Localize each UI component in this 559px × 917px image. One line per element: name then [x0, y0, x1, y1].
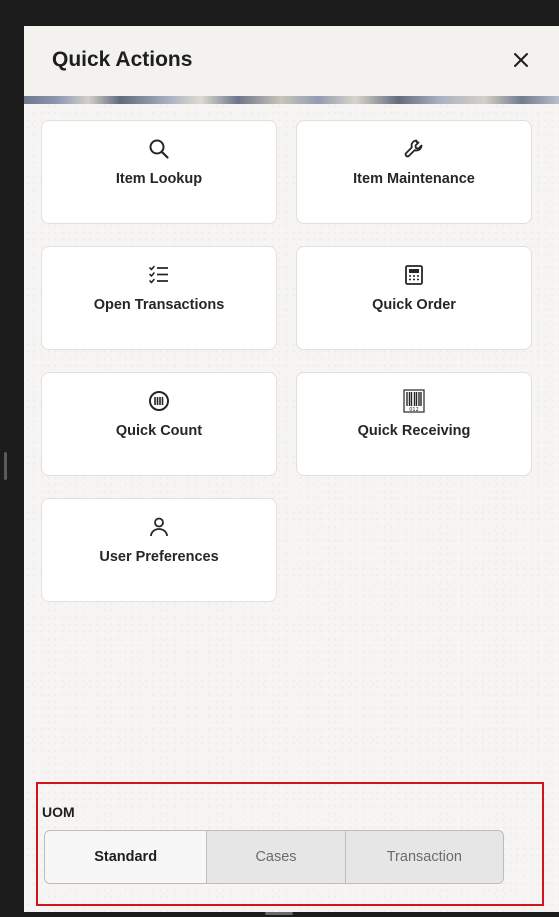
uom-label: UOM	[42, 804, 75, 820]
tile-label: Item Maintenance	[353, 171, 475, 187]
tile-item-lookup[interactable]: Item Lookup	[41, 120, 277, 224]
uom-section: UOM Standard Cases Transaction	[36, 782, 544, 906]
tile-label: Quick Order	[372, 297, 456, 313]
bottom-drag-handle[interactable]	[265, 912, 293, 915]
uom-option-transaction[interactable]: Transaction	[344, 831, 503, 883]
tile-quick-receiving[interactable]: 012 Quick Receiving	[296, 372, 532, 476]
tile-label: Item Lookup	[115, 171, 203, 187]
decorative-banner-strip	[24, 96, 559, 104]
tile-open-transactions[interactable]: Open Transactions	[41, 246, 277, 350]
tile-label: Open Transactions	[93, 297, 225, 313]
close-button[interactable]	[505, 44, 537, 76]
tile-item-maintenance[interactable]: Item Maintenance	[296, 120, 532, 224]
tile-user-preferences[interactable]: User Preferences	[41, 498, 277, 602]
barcode-digits: 012	[409, 407, 419, 413]
tile-quick-order[interactable]: Quick Order	[296, 246, 532, 350]
search-icon	[149, 139, 169, 159]
quick-actions-panel: Quick Actions Item Lookup Item Maintenan…	[24, 26, 559, 912]
close-icon	[514, 53, 528, 67]
left-resize-handle[interactable]	[4, 452, 7, 480]
tile-label: Quick Count	[115, 423, 203, 439]
checklist-icon	[149, 265, 168, 284]
uom-option-standard[interactable]: Standard	[45, 831, 207, 883]
tile-label: Quick Receiving	[357, 423, 471, 439]
uom-segmented-control: Standard Cases Transaction	[44, 830, 504, 884]
uom-option-cases[interactable]: Cases	[206, 831, 345, 883]
panel-header: Quick Actions	[24, 26, 559, 96]
app-frame: Quick Actions Item Lookup Item Maintenan…	[0, 0, 559, 917]
barcode-icon: 012	[403, 389, 425, 413]
wrench-icon	[404, 139, 423, 158]
tile-label: User Preferences	[99, 549, 219, 565]
tile-quick-count[interactable]: Quick Count	[41, 372, 277, 476]
register-icon	[405, 265, 423, 285]
count-icon	[149, 391, 169, 411]
user-icon	[150, 517, 168, 537]
panel-title: Quick Actions	[52, 48, 193, 71]
